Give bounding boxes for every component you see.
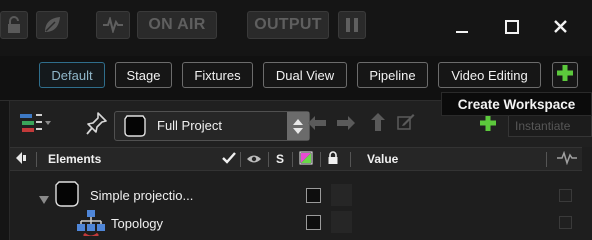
eye-icon: [246, 151, 262, 169]
chevron-updown-icon: [287, 112, 309, 140]
output-button[interactable]: OUTPUT: [247, 11, 329, 39]
workspace-tab-default[interactable]: Default: [39, 62, 105, 88]
workspace-tab-bar: Default Stage Fixtures Dual View Pipelin…: [0, 56, 592, 96]
color-swatch-icon: [299, 151, 313, 170]
maximize-button[interactable]: [497, 14, 527, 44]
workspace-tab-dual-view[interactable]: Dual View: [263, 62, 347, 88]
waveform-icon: [102, 17, 124, 33]
lock-button[interactable]: [0, 11, 28, 39]
edit-button[interactable]: [396, 113, 416, 136]
on-air-label: ON AIR: [148, 16, 206, 33]
workspace-tab-fixtures[interactable]: Fixtures: [182, 62, 253, 88]
workspace-tab-video-editing[interactable]: Video Editing: [438, 62, 541, 88]
waveform-icon: [557, 150, 577, 170]
enabled-checkbox[interactable]: [306, 188, 321, 203]
minimize-icon: [455, 20, 469, 39]
maximize-icon: [505, 19, 519, 39]
close-icon: [553, 19, 568, 39]
elements-column-header: Elements S Value: [10, 147, 582, 171]
column-enabled[interactable]: [222, 152, 236, 168]
project-selector[interactable]: Full Project: [114, 111, 310, 141]
pin-button[interactable]: [84, 111, 110, 139]
up-button[interactable]: [369, 112, 387, 136]
column-divider: [292, 152, 293, 167]
create-workspace-tooltip: Create Workspace: [441, 92, 592, 116]
plus-icon: [557, 64, 573, 86]
workspace-tab-label: Fixtures: [194, 67, 241, 83]
pause-button[interactable]: [338, 11, 366, 39]
shield-icon: [54, 181, 80, 212]
workspace-tab-stage[interactable]: Stage: [115, 62, 172, 88]
shield-icon: [123, 115, 147, 142]
project-selector-value: Full Project: [157, 118, 223, 133]
column-color[interactable]: [298, 151, 314, 170]
arrow-right-icon: [337, 115, 355, 135]
column-divider: [36, 152, 37, 167]
column-divider: [350, 152, 351, 167]
output-label: OUTPUT: [254, 16, 322, 33]
column-visibility[interactable]: [246, 152, 262, 168]
monitor-button[interactable]: [96, 11, 130, 39]
activity-checkbox[interactable]: [559, 189, 572, 202]
collapse-all-button[interactable]: [16, 151, 28, 170]
edit-icon: [397, 113, 415, 136]
pin-icon: [86, 111, 108, 140]
instantiate-input[interactable]: Instantiate: [508, 115, 592, 137]
arrow-left-icon: [308, 115, 326, 135]
checkmark-icon: [222, 151, 236, 169]
tree-row[interactable]: Simple projectio...: [10, 181, 582, 211]
enabled-checkbox[interactable]: [306, 215, 321, 230]
forward-button[interactable]: [336, 115, 356, 135]
elements-panel: Full Project Instantiate Elements S Valu…: [0, 100, 592, 240]
visibility-cell[interactable]: [331, 184, 352, 206]
activity-checkbox[interactable]: [559, 216, 572, 229]
arrow-up-icon: [371, 112, 385, 136]
column-divider: [268, 152, 269, 167]
plus-icon: [480, 114, 496, 136]
column-divider: [240, 152, 241, 167]
add-element-button[interactable]: [478, 114, 498, 136]
workspace-tab-label: Pipeline: [369, 67, 416, 83]
column-divider: [320, 152, 321, 167]
tree-item-label: Simple projectio...: [90, 188, 194, 203]
workspace-tab-label: Video Editing: [451, 67, 528, 83]
column-divider: [546, 152, 547, 167]
column-elements[interactable]: Elements: [48, 152, 101, 166]
pause-icon: [346, 18, 358, 32]
column-activity[interactable]: [556, 150, 578, 170]
back-button[interactable]: [307, 115, 327, 135]
topology-icon: [76, 210, 106, 240]
view-mode-dropdown[interactable]: [18, 113, 54, 137]
create-workspace-button[interactable]: [552, 62, 578, 88]
eco-mode-button[interactable]: [36, 11, 68, 39]
minimize-button[interactable]: [447, 14, 477, 44]
expand-arrow-icon[interactable]: [39, 191, 49, 209]
workspace-tab-label: Default: [51, 67, 93, 83]
leaf-icon: [42, 15, 62, 35]
close-button[interactable]: [545, 14, 575, 44]
diamond-arrow-icon: [16, 151, 28, 170]
tree-row[interactable]: Topology: [10, 209, 582, 239]
panel-resize-edge[interactable]: [0, 101, 10, 240]
tooltip-text: Create Workspace: [457, 96, 576, 112]
workspace-tab-label: Stage: [126, 67, 161, 83]
workspace-tab-pipeline[interactable]: Pipeline: [357, 62, 428, 88]
lock-icon: [327, 150, 339, 170]
title-bar: ON AIR OUTPUT: [0, 0, 592, 56]
column-lock[interactable]: [326, 150, 340, 170]
instantiate-placeholder: Instantiate: [515, 119, 571, 133]
column-solo[interactable]: S: [276, 152, 284, 166]
on-air-button[interactable]: ON AIR: [137, 11, 217, 39]
tree-item-label: Topology: [111, 216, 164, 231]
visibility-cell[interactable]: [331, 211, 352, 233]
workspace-tab-label: Dual View: [275, 67, 335, 83]
lock-icon: [6, 16, 22, 34]
tree-list-icon: [19, 112, 53, 139]
column-value[interactable]: Value: [367, 152, 398, 166]
